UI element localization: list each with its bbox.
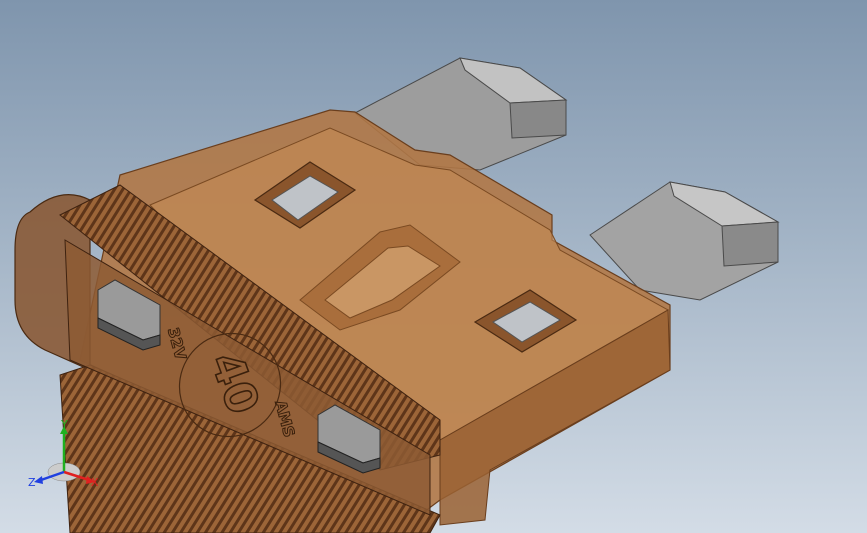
orientation-triad: Y X Z [28,420,99,489]
3d-viewport[interactable]: 40 32V AMS Y X Z [0,0,867,533]
x-axis-label: X [91,476,99,489]
z-axis-label: Z [28,476,36,489]
fuse-model[interactable]: 40 32V AMS [0,0,867,533]
y-axis-label: Y [60,420,68,431]
